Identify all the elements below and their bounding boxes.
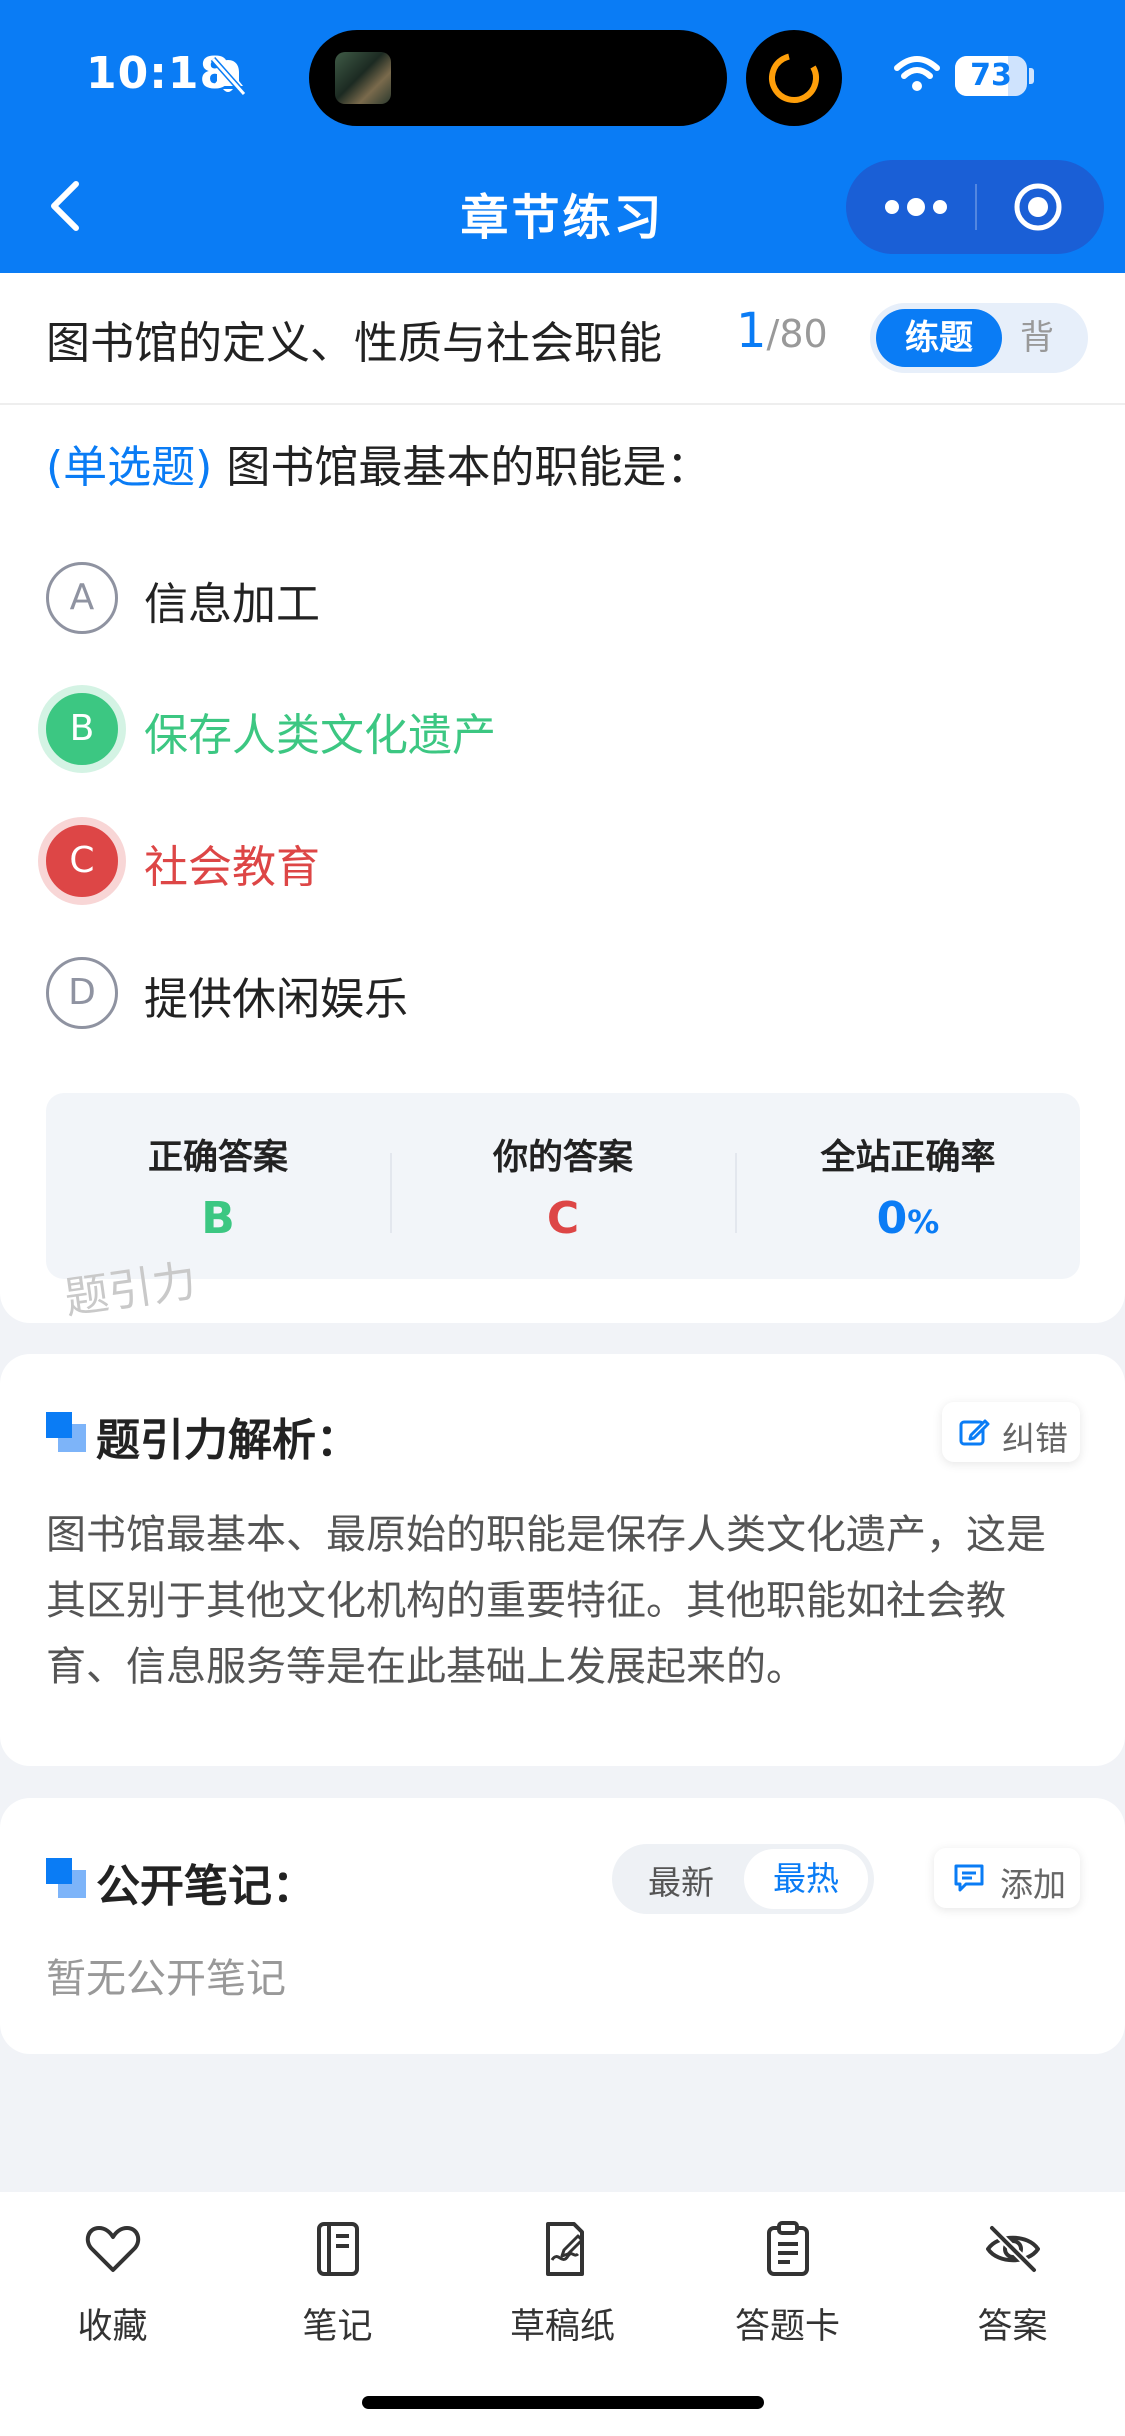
mode-toggle: 练题 背 <box>870 303 1088 373</box>
option-letter: C <box>46 825 118 897</box>
tab-label: 草稿纸 <box>509 2307 615 2347</box>
report-error-label: 纠错 <box>1002 1419 1068 1458</box>
tab-notes[interactable]: 笔记 <box>225 2220 450 2360</box>
your-answer-label: 你的答案 <box>492 1138 633 1178</box>
question-counter[interactable]: 1/80 <box>736 303 828 359</box>
your-answer-value: C <box>546 1193 580 1244</box>
option-text: 提供休闲娱乐 <box>144 974 408 1025</box>
mode-memorize-tab[interactable]: 背 <box>1020 309 1054 367</box>
miniprogram-capsule <box>846 160 1104 254</box>
close-miniprogram-icon[interactable] <box>998 182 1078 232</box>
analysis-card: 题引力解析： 纠错 图书馆最基本、最原始的职能是保存人类文化遗产，这是其区别于其… <box>0 1354 1125 1766</box>
answer-sheet-icon <box>767 2221 809 2276</box>
battery-percent: 73 <box>970 58 1012 93</box>
your-answer-block: 你的答案 C <box>391 1093 735 1279</box>
battery-icon: 73 <box>955 56 1027 96</box>
dynamic-island <box>309 30 727 126</box>
section-square-icon <box>46 1858 86 1898</box>
timer-activity-icon <box>746 30 842 126</box>
tab-label: 笔记 <box>302 2307 373 2347</box>
option-text: 保存人类文化遗产 <box>144 710 496 761</box>
notebook-icon <box>317 2222 359 2276</box>
mode-practice-tab[interactable]: 练题 <box>876 309 1002 367</box>
correct-answer-label: 正确答案 <box>147 1138 288 1178</box>
option-letter: B <box>46 693 118 765</box>
top-bar: 10:18 73 章节练习 <box>0 0 1125 273</box>
chapter-title: 图书馆的定义、性质与社会职能 <box>46 318 662 369</box>
report-error-button[interactable]: 纠错 <box>942 1402 1080 1462</box>
home-indicator <box>362 2396 764 2409</box>
answer-summary: 正确答案 B 你的答案 C 全站正确率 0% <box>46 1093 1080 1279</box>
tab-answer-sheet[interactable]: 答题卡 <box>675 2220 900 2360</box>
add-note-button[interactable]: 添加 <box>934 1848 1080 1908</box>
correct-answer-block: 正确答案 B <box>46 1093 390 1279</box>
sort-newest-tab[interactable]: 最新 <box>648 1856 714 1904</box>
accuracy-block: 全站正确率 0% <box>736 1093 1080 1279</box>
capsule-divider <box>975 184 977 230</box>
section-square-icon <box>46 1412 86 1452</box>
analysis-title: 题引力解析： <box>96 1415 360 1466</box>
eye-off-icon <box>986 2225 1040 2273</box>
add-note-label: 添加 <box>1000 1865 1066 1904</box>
accuracy-number: 0 <box>876 1193 908 1244</box>
media-thumbnail <box>335 52 391 104</box>
analysis-text: 图书馆最基本、最原始的职能是保存人类文化遗产，这是其区别于其他文化机构的重要特征… <box>46 1512 1046 1690</box>
tab-label: 答题卡 <box>734 2307 840 2347</box>
comment-icon <box>954 1864 984 1892</box>
accuracy-label: 全站正确率 <box>820 1138 996 1178</box>
question-stem: 图书馆最基本的职能是： <box>226 442 711 493</box>
heart-icon <box>85 2226 141 2272</box>
sort-hottest-tab[interactable]: 最热 <box>744 1849 868 1909</box>
correct-answer-value: B <box>201 1193 235 1244</box>
draft-paper-icon <box>546 2222 584 2276</box>
notes-sort-toggle: 最新 最热 <box>612 1844 874 1914</box>
tab-label: 收藏 <box>77 2307 148 2347</box>
question-type: (单选题) <box>46 442 213 493</box>
tab-draft-paper[interactable]: 草稿纸 <box>450 2220 675 2360</box>
accuracy-unit: % <box>907 1203 940 1241</box>
wifi-icon <box>894 56 940 91</box>
divider <box>0 403 1125 405</box>
accuracy-value: 0% <box>736 1193 1080 1244</box>
question-total: /80 <box>766 312 828 356</box>
tab-answer[interactable]: 答案 <box>900 2220 1125 2360</box>
question-text: (单选题) 图书馆最基本的职能是： <box>46 431 710 495</box>
edit-icon <box>959 1419 990 1446</box>
option-letter: D <box>46 957 118 1029</box>
bell-muted-icon <box>210 57 246 96</box>
option-text: 社会教育 <box>144 842 320 893</box>
notes-card: 公开笔记： 最新 最热 添加 暂无公开笔记 <box>0 1798 1125 2054</box>
tab-label: 答案 <box>977 2307 1048 2347</box>
question-card: 图书馆的定义、性质与社会职能 1/80 练题 背 (单选题) 图书馆最基本的职能… <box>0 273 1125 1323</box>
tab-favorite[interactable]: 收藏 <box>0 2220 225 2360</box>
battery-cap <box>1029 68 1034 84</box>
empty-notes-text: 暂无公开笔记 <box>46 1956 286 2002</box>
notes-title: 公开笔记： <box>96 1861 316 1912</box>
option-letter: A <box>46 562 118 634</box>
question-current: 1 <box>736 303 767 359</box>
option-text: 信息加工 <box>144 579 320 630</box>
more-icon[interactable] <box>876 182 956 232</box>
